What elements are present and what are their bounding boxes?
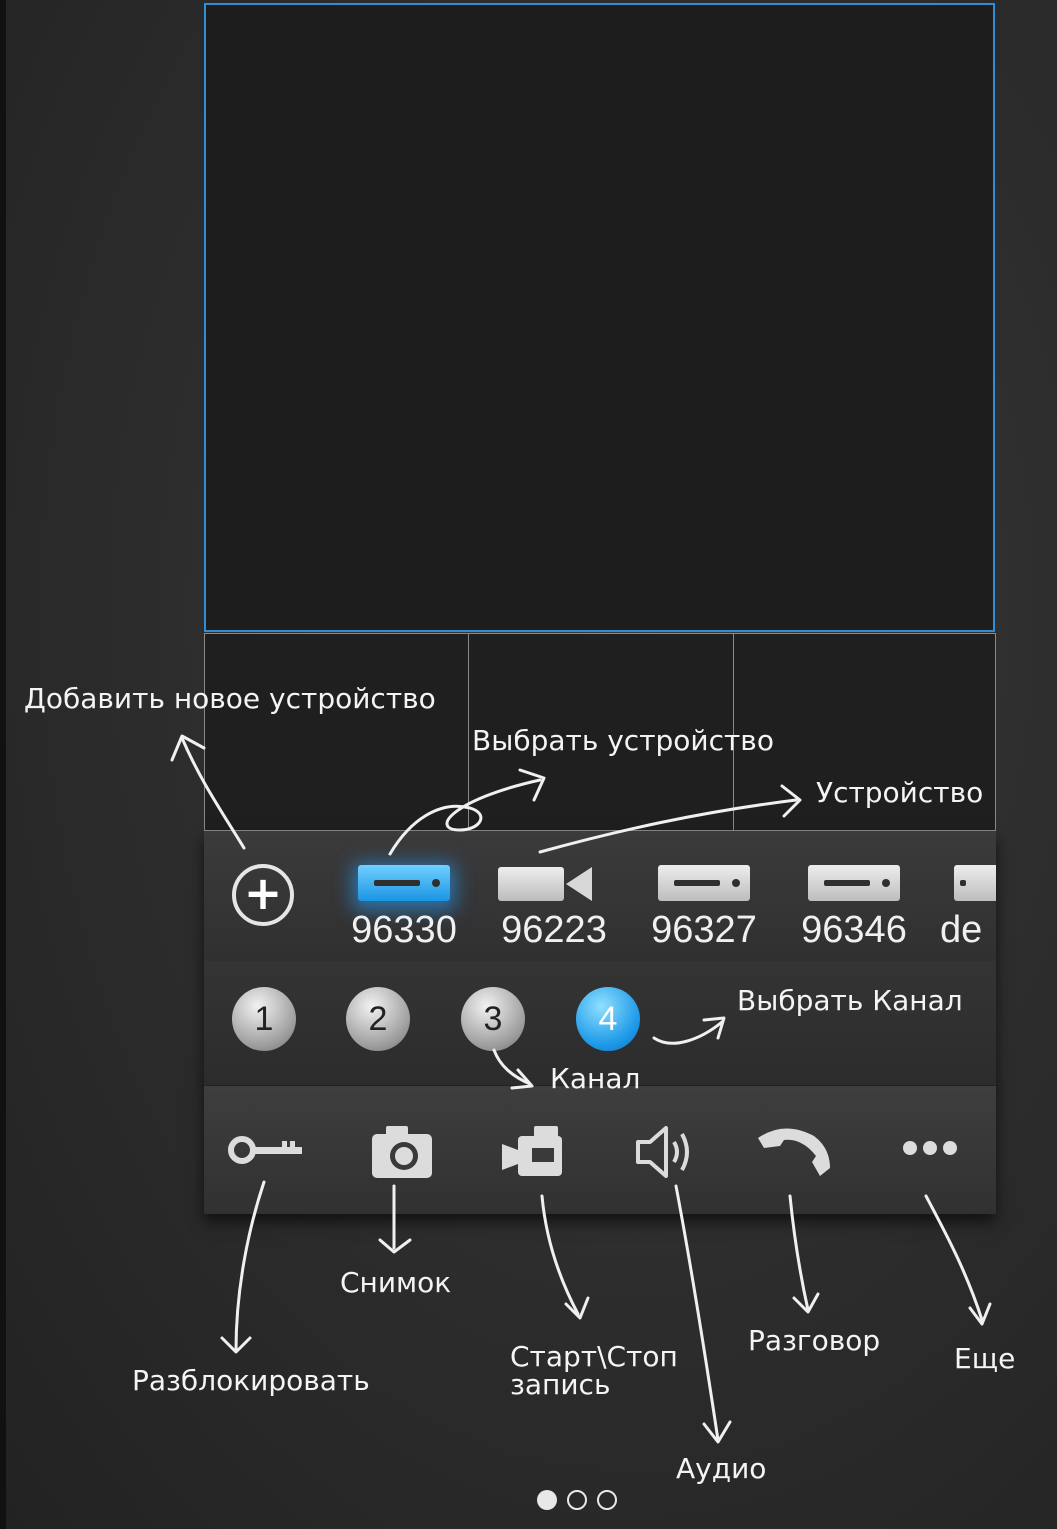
page-dot-active[interactable] bbox=[537, 1490, 557, 1510]
speaker-icon[interactable] bbox=[628, 1116, 708, 1186]
device-bar: + 96330 96223 96327 96346 de bbox=[204, 831, 996, 962]
annotation-record-line2: запись bbox=[510, 1368, 611, 1401]
key-icon[interactable] bbox=[226, 1116, 306, 1186]
annotation-audio: Аудио bbox=[676, 1452, 767, 1485]
device-item[interactable]: 96330 bbox=[338, 859, 470, 959]
more-icon[interactable] bbox=[892, 1116, 972, 1186]
video-record-icon[interactable] bbox=[496, 1116, 576, 1186]
device-item[interactable]: de bbox=[938, 859, 996, 959]
annotation-channel: Канал bbox=[550, 1062, 641, 1095]
toolbar bbox=[204, 1086, 996, 1214]
device-label: 96223 bbox=[501, 909, 607, 951]
dvr-icon bbox=[358, 865, 450, 901]
device-label: de bbox=[940, 909, 983, 951]
main-video-view[interactable] bbox=[204, 3, 995, 632]
control-panel: + 96330 96223 96327 96346 de 1 2 3 4 bbox=[204, 831, 996, 1214]
annotation-unlock: Разблокировать bbox=[132, 1364, 370, 1397]
phone-icon[interactable] bbox=[754, 1116, 834, 1186]
annotation-select-device: Выбрать устройство bbox=[472, 724, 774, 757]
device-label: 96346 bbox=[801, 909, 907, 951]
annotation-more: Еще bbox=[954, 1342, 1016, 1375]
add-device-button[interactable]: + bbox=[232, 864, 294, 926]
device-item[interactable]: 96223 bbox=[488, 859, 620, 959]
annotation-add-device: Добавить новое устройство bbox=[24, 682, 436, 715]
camera-snapshot-icon[interactable] bbox=[364, 1116, 444, 1186]
page-dot[interactable] bbox=[597, 1490, 617, 1510]
channel-button[interactable]: 1 bbox=[232, 987, 296, 1051]
device-label: 96327 bbox=[651, 909, 757, 951]
device-item[interactable]: 96327 bbox=[638, 859, 770, 959]
dvr-icon bbox=[658, 865, 750, 901]
device-label: 96330 bbox=[351, 909, 457, 951]
page-dot[interactable] bbox=[567, 1490, 587, 1510]
device-item[interactable]: 96346 bbox=[788, 859, 920, 959]
left-edge bbox=[0, 0, 6, 1529]
channel-button[interactable]: 2 bbox=[346, 987, 410, 1051]
video-thumbnail-1[interactable] bbox=[204, 633, 469, 831]
annotation-snapshot: Снимок bbox=[340, 1266, 452, 1299]
channel-button[interactable]: 3 bbox=[461, 987, 525, 1051]
annotation-select-channel: Выбрать Канал bbox=[737, 984, 963, 1017]
annotation-device: Устройство bbox=[816, 776, 984, 809]
page-indicator bbox=[537, 1490, 627, 1514]
app-screen: + 96330 96223 96327 96346 de 1 2 3 4 Доб… bbox=[0, 0, 1057, 1529]
annotation-talk: Разговор bbox=[748, 1324, 881, 1357]
dvr-icon bbox=[808, 865, 900, 901]
channel-button[interactable]: 4 bbox=[576, 987, 640, 1051]
dvr-icon bbox=[954, 865, 996, 901]
